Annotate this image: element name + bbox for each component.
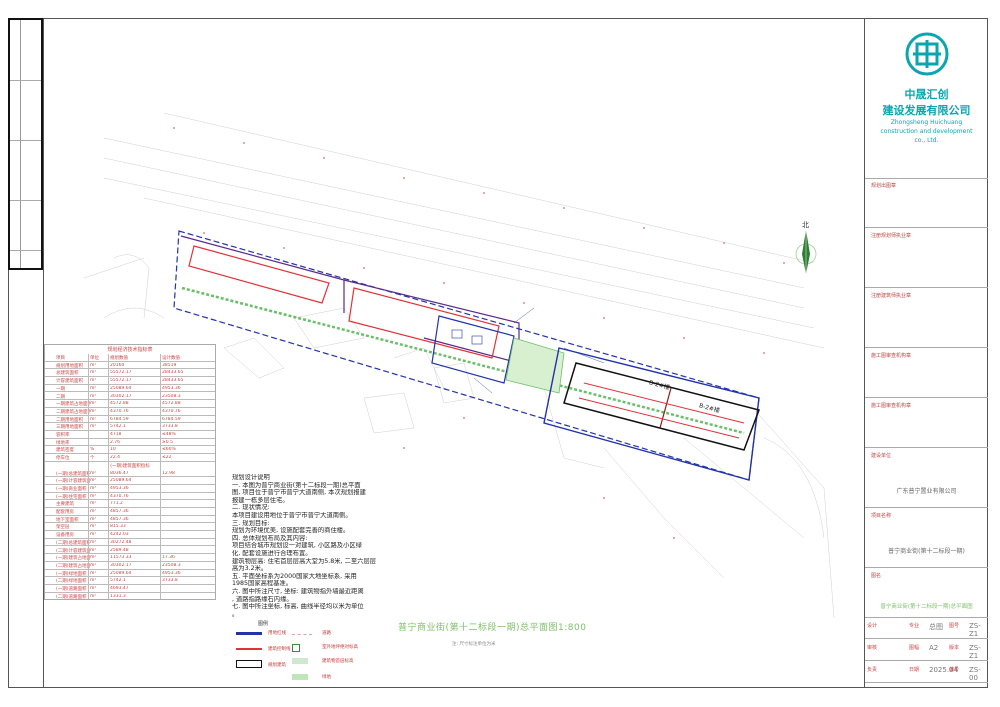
title-panel-row: 注册建筑师执业章 xyxy=(865,288,988,348)
title-block-label: 专业 xyxy=(909,623,920,629)
drawing-name-row: 图名 普宁商业街(第十二标段一期)总平面图 xyxy=(865,568,988,618)
legend: 图例 用地红线 建筑控制线 规划建筑 道路 室外地坪绝对标高 建筑物首层标高 绿… xyxy=(232,620,402,690)
title-block-label: 图号 xyxy=(949,623,960,629)
title-panel-row: 规划出图章 xyxy=(865,178,988,228)
company-logo-icon xyxy=(905,32,949,76)
legend-item: 建筑控制线 xyxy=(268,647,291,652)
notes-line: 高为3.2米。 xyxy=(232,565,268,573)
company-logo-area: 中晟汇创 建设发展有限公司 Zhongsheng Huichuang const… xyxy=(865,18,988,179)
notes-line: 化, 配套设施进行合理布置。 xyxy=(232,549,312,557)
notes-heading: 规划设计说明 xyxy=(232,474,270,481)
legend-item: 用地红线 xyxy=(268,631,286,636)
title-block-label: 编号 xyxy=(949,667,960,673)
notes-line: 图, 项目位于普宁市普宁大道南侧, 本次规划报建 xyxy=(232,489,366,497)
legend-swatch xyxy=(236,632,262,635)
title-block-label: 设计 xyxy=(867,623,878,629)
legend-swatch xyxy=(292,658,308,664)
notes-line: 建筑物层高: 住宅首层层高大堂为5.8米, 二至六层层 xyxy=(232,557,377,565)
notes-line: 一. 本图为普宁商业街(第十二标段一期)总平面 xyxy=(232,481,361,489)
title-panel-label: 施工图审查机构章 xyxy=(871,403,912,409)
notes-line: 六. 图中所注尺寸, 坐标: 建筑物指外墙最近距离 xyxy=(232,587,364,595)
notes-line: 报建一栋多层住宅。 xyxy=(232,496,289,504)
title-panel-label: 注册规划师执业章 xyxy=(871,233,912,239)
title-block-label: 日期 xyxy=(909,667,920,673)
title-panel-label: 注册建筑师执业章 xyxy=(871,293,912,299)
title-block-label: 负责 xyxy=(867,667,878,673)
title-panel-label: 施工图审查机构章 xyxy=(871,353,912,359)
legend-item: 道路 xyxy=(322,631,331,636)
compass-icon xyxy=(795,230,817,274)
title-panel-row: 注册规划师执业章 xyxy=(865,228,988,288)
title-panel-value: 广东普宁置业有限公司 xyxy=(896,488,957,495)
notes-line: 本项目建设用地位于普宁市普宁大道南侧。 xyxy=(232,511,352,519)
legend-swatch xyxy=(292,674,308,680)
title-panel-row: 项目名称普宁商业街(第十二标段一期) xyxy=(865,508,988,568)
title-block-label: 审核 xyxy=(867,645,878,651)
title-panel-row: 建设单位广东普宁置业有限公司 xyxy=(865,448,988,508)
title-panel-label: 项目名称 xyxy=(871,513,892,519)
binding-strip xyxy=(8,18,43,270)
title-panel-label: 规划出图章 xyxy=(871,183,897,189)
company-name: 中晟汇创 xyxy=(904,88,949,101)
title-block-value: ZS-00 xyxy=(969,666,981,682)
legend-item: 规划建筑 xyxy=(268,663,286,668)
legend-swatch xyxy=(236,648,262,650)
notes-line: , 道路指路缘石内缘。 xyxy=(232,595,293,603)
notes-line: 三. 规划目标: xyxy=(232,519,270,527)
drawing-name: 普宁商业街(第十二标段一期)总平面图 xyxy=(880,604,973,610)
drawing-title: 普宁商业街(第十二标段一期)总平面图1:800 xyxy=(398,623,587,633)
title-panel-value: 普宁商业街(第十二标段一期) xyxy=(888,548,965,555)
title-panel-label: 建设单位 xyxy=(871,453,892,459)
title-block: 设计 专业 总图 图号 ZS-Z1 审核 图幅 A2 版本 ZS-Z1 负责 日期 2025.04 编号 Z… xyxy=(865,618,988,688)
legend-title: 图例 xyxy=(258,621,269,627)
title-panel-row: 施工图审查机构章 xyxy=(865,348,988,398)
title-block-label: 图幅 xyxy=(909,645,920,651)
drawing-subtitle: 注: 尺寸标注单位为米 xyxy=(452,642,496,647)
company-name-2: 建设发展有限公司 xyxy=(882,104,971,117)
legend-item: 建筑物首层标高 xyxy=(322,659,354,664)
notes-line: 1985国家高程基准。 xyxy=(232,580,293,588)
design-notes: 规划设计说明 一. 本图为普宁商业街(第十二标段一期)总平面 图, 项目位于普宁市普… xyxy=(232,474,412,618)
notes-line: 七. 图中所注坐标, 标高, 曲线半径均以米为单位 xyxy=(232,603,364,611)
title-block-value: ZS-Z1 xyxy=(969,644,981,660)
legend-item: 室外地坪绝对标高 xyxy=(322,645,358,650)
notes-line: 四. 总体规划布局及其内容: xyxy=(232,534,308,542)
title-block-value: A2 xyxy=(929,644,939,652)
notes-line: 二. 现状情况: xyxy=(232,504,270,512)
legend-swatch xyxy=(236,660,262,668)
legend-swatch xyxy=(292,634,312,636)
notes-line: 规划为环境优美, 设施配套完善的商住楼。 xyxy=(232,527,350,535)
company-name-en: Zhongsheng Huichuang construction and de… xyxy=(880,119,973,144)
title-block-value: ZS-Z1 xyxy=(969,622,981,638)
drawing-name-label: 图名 xyxy=(871,573,882,579)
legend-swatch xyxy=(292,644,300,652)
notes-line: 五. 平面坐标系为2000国家大地坐标系, 采用 xyxy=(232,572,357,580)
legend-item: 绿地 xyxy=(322,675,331,680)
notes-line: 项目结合城市规划设一对建筑, 小区路及小区绿 xyxy=(232,542,362,550)
title-panel: 中晟汇创 建设发展有限公司 Zhongsheng Huichuang const… xyxy=(865,18,988,688)
title-panel-row: 施工图审查机构章 xyxy=(865,398,988,448)
notes-line: 。 xyxy=(232,610,239,618)
title-block-value: 总图 xyxy=(929,623,943,631)
title-block-label: 版本 xyxy=(949,645,960,651)
